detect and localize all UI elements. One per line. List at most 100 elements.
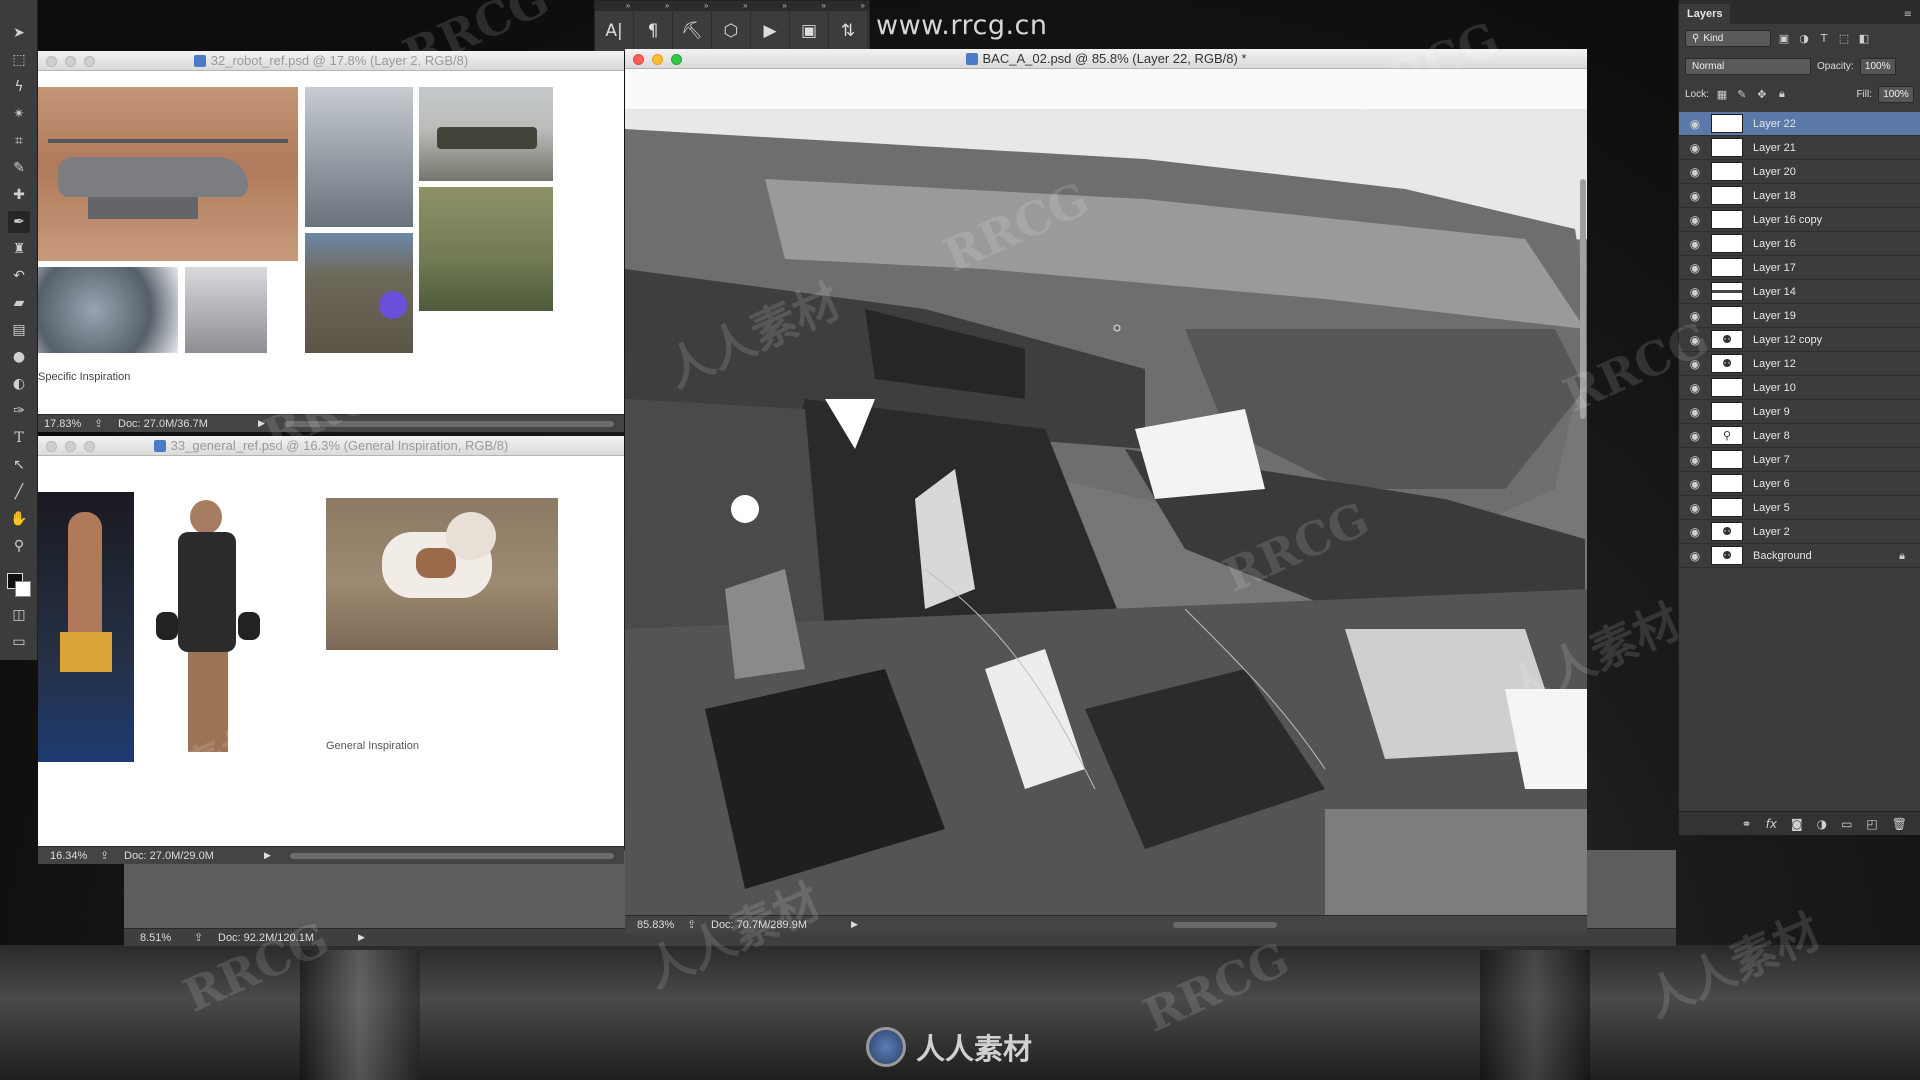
- screen-mode-icon[interactable]: ▭: [8, 631, 30, 653]
- eye-icon[interactable]: ◉: [1679, 141, 1711, 155]
- trash-icon[interactable]: 🗑︎: [1892, 817, 1907, 831]
- healing-brush-icon[interactable]: ✚: [8, 184, 30, 206]
- minimize-button[interactable]: [65, 441, 76, 452]
- status-menu-arrow-icon[interactable]: ▶: [358, 933, 374, 943]
- lock-transparent-icon[interactable]: ▦: [1715, 87, 1729, 101]
- layer-row[interactable]: ◉ ⚉ Layer 2: [1679, 520, 1920, 544]
- 3d-panel-button[interactable]: ⬡: [712, 11, 751, 51]
- pen-tool-icon[interactable]: ✑: [8, 400, 30, 422]
- eye-icon[interactable]: ◉: [1679, 453, 1711, 467]
- zoom-button[interactable]: [671, 54, 682, 65]
- eyedropper-icon[interactable]: ✎: [8, 157, 30, 179]
- layer-row[interactable]: ◉ ⚉ Layer 12: [1679, 352, 1920, 376]
- eye-icon[interactable]: ◉: [1679, 333, 1711, 347]
- robot-ref-canvas[interactable]: Specific Inspiration: [38, 71, 624, 411]
- eye-icon[interactable]: ◉: [1679, 165, 1711, 179]
- line-tool-icon[interactable]: ╱: [8, 481, 30, 503]
- layer-row[interactable]: ◉ Layer 19: [1679, 304, 1920, 328]
- layer-row[interactable]: ◉ Layer 10: [1679, 376, 1920, 400]
- eye-icon[interactable]: ◉: [1679, 189, 1711, 203]
- layer-row[interactable]: ◉ Layer 18: [1679, 184, 1920, 208]
- clone-stamp-icon[interactable]: ♜: [8, 238, 30, 260]
- filter-type-icon[interactable]: T: [1817, 31, 1831, 45]
- actions-play-button[interactable]: ▶: [751, 11, 790, 51]
- tool-presets-button[interactable]: ⛏: [673, 11, 712, 51]
- minimize-button[interactable]: [65, 56, 76, 67]
- close-button[interactable]: [46, 56, 57, 67]
- horizontal-scrollbar[interactable]: [284, 420, 614, 427]
- robot-ref-window[interactable]: 32_robot_ref.psd @ 17.8% (Layer 2, RGB/8…: [38, 51, 624, 432]
- close-button[interactable]: [633, 54, 644, 65]
- eye-icon[interactable]: ◉: [1679, 237, 1711, 251]
- close-button[interactable]: [46, 441, 57, 452]
- zoom-level[interactable]: 17.83%: [38, 418, 94, 430]
- adjustment-layer-icon[interactable]: ◑: [1817, 817, 1827, 831]
- character-panel-button[interactable]: A|: [595, 11, 634, 51]
- layer-row[interactable]: ◉ Layer 16 copy: [1679, 208, 1920, 232]
- layer-row[interactable]: ◉ Layer 14: [1679, 280, 1920, 304]
- magic-wand-icon[interactable]: ✴: [8, 103, 30, 125]
- move-tool-icon[interactable]: ➤: [8, 22, 30, 44]
- marquee-tool-icon[interactable]: ⬚: [8, 49, 30, 71]
- eye-icon[interactable]: ◉: [1679, 405, 1711, 419]
- eye-icon[interactable]: ◉: [1679, 285, 1711, 299]
- lock-position-icon[interactable]: ✥: [1755, 87, 1769, 101]
- eye-icon[interactable]: ◉: [1679, 117, 1711, 131]
- brush-tool-icon[interactable]: ✒: [8, 211, 30, 233]
- zoom-level[interactable]: 85.83%: [625, 919, 687, 931]
- zoom-level[interactable]: 16.34%: [38, 850, 100, 862]
- general-ref-canvas[interactable]: General Inspiration: [38, 456, 624, 846]
- eye-icon[interactable]: ◉: [1679, 357, 1711, 371]
- layer-row[interactable]: ◉ Layer 20: [1679, 160, 1920, 184]
- zoom-tool-icon[interactable]: ⚲: [8, 535, 30, 557]
- eye-icon[interactable]: ◉: [1679, 549, 1711, 563]
- horizontal-scrollbar[interactable]: [290, 852, 614, 859]
- layer-row[interactable]: ◉ Layer 5: [1679, 496, 1920, 520]
- crop-tool-icon[interactable]: ⌗: [8, 130, 30, 152]
- new-layer-icon[interactable]: ◰: [1866, 817, 1877, 831]
- painting-canvas[interactable]: [625, 69, 1587, 915]
- minimize-button[interactable]: [652, 54, 663, 65]
- paragraph-panel-button[interactable]: ¶: [634, 11, 673, 51]
- layer-filter-select[interactable]: ⚲ Kind: [1685, 29, 1771, 47]
- background-color-swatch[interactable]: [15, 581, 31, 597]
- filter-adjustment-icon[interactable]: ◑: [1797, 31, 1811, 45]
- status-menu-arrow-icon[interactable]: ▶: [258, 419, 274, 429]
- layer-row[interactable]: ◉ Layer 7: [1679, 448, 1920, 472]
- blur-tool-icon[interactable]: ●: [8, 346, 30, 368]
- vertical-scrollbar[interactable]: [1580, 179, 1586, 419]
- opacity-field[interactable]: 100%: [1859, 57, 1896, 75]
- layers-tab[interactable]: Layers: [1679, 4, 1731, 24]
- adjustments-button[interactable]: ▣: [790, 11, 829, 51]
- history-brush-icon[interactable]: ↶: [8, 265, 30, 287]
- layer-style-icon[interactable]: fx: [1766, 817, 1777, 831]
- zoom-button[interactable]: [84, 441, 95, 452]
- eye-icon[interactable]: ◉: [1679, 309, 1711, 323]
- lock-all-icon[interactable]: 🔒︎: [1775, 87, 1789, 101]
- share-icon[interactable]: ⇪: [687, 918, 711, 931]
- zoom-button[interactable]: [84, 56, 95, 67]
- eye-icon[interactable]: ◉: [1679, 213, 1711, 227]
- new-group-icon[interactable]: ▭: [1841, 817, 1852, 831]
- filter-pixel-icon[interactable]: ▣: [1777, 31, 1791, 45]
- layer-row[interactable]: ◉ ⚉ Layer 12 copy: [1679, 328, 1920, 352]
- layer-row[interactable]: ◉ Layer 17: [1679, 256, 1920, 280]
- lock-image-icon[interactable]: ✎: [1735, 87, 1749, 101]
- eye-icon[interactable]: ◉: [1679, 261, 1711, 275]
- eye-icon[interactable]: ◉: [1679, 525, 1711, 539]
- layer-row[interactable]: ◉ ⚉ Background 🔒︎: [1679, 544, 1920, 568]
- eye-icon[interactable]: ◉: [1679, 381, 1711, 395]
- eye-icon[interactable]: ◉: [1679, 477, 1711, 491]
- path-select-icon[interactable]: ↖: [8, 454, 30, 476]
- dodge-tool-icon[interactable]: ◐: [8, 373, 30, 395]
- share-icon[interactable]: ⇪: [94, 417, 118, 430]
- share-icon[interactable]: ⇪: [100, 849, 124, 862]
- add-mask-icon[interactable]: ◙: [1791, 817, 1803, 831]
- share-icon[interactable]: ⇪: [194, 931, 218, 944]
- layer-row[interactable]: ◉ Layer 9: [1679, 400, 1920, 424]
- horizontal-scrollbar[interactable]: [1173, 921, 1277, 928]
- blend-mode-select[interactable]: Normal: [1685, 57, 1811, 75]
- layer-row[interactable]: ◉ Layer 6: [1679, 472, 1920, 496]
- main-document-window[interactable]: BAC_A_02.psd @ 85.8% (Layer 22, RGB/8) *: [625, 49, 1587, 933]
- type-tool-icon[interactable]: T: [8, 427, 30, 449]
